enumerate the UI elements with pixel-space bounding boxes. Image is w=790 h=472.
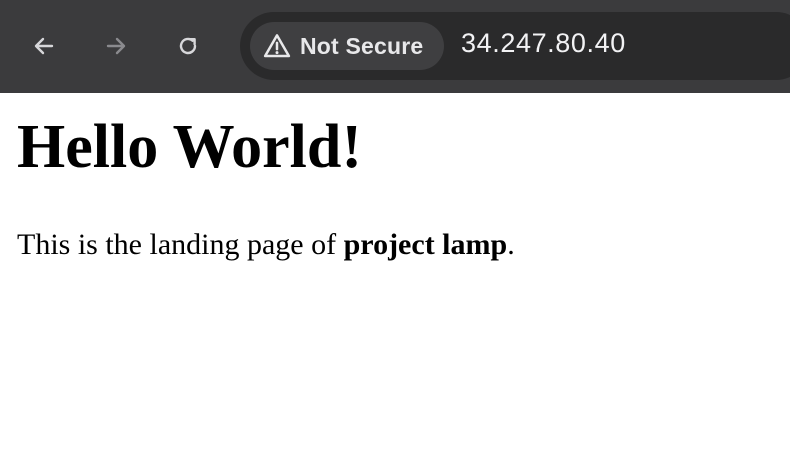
forward-button[interactable] — [98, 28, 134, 64]
browser-toolbar: Not Secure 34.247.80.40 — [0, 0, 790, 93]
paragraph-prefix: This is the landing page of — [17, 228, 344, 261]
url-text[interactable]: 34.247.80.40 — [461, 28, 626, 59]
page-heading: Hello World! — [17, 113, 363, 181]
reload-button[interactable] — [170, 28, 206, 64]
security-indicator[interactable]: Not Secure — [250, 22, 444, 70]
security-label: Not Secure — [300, 32, 424, 59]
arrow-right-icon — [106, 37, 126, 55]
paragraph-suffix: . — [507, 228, 515, 261]
landing-paragraph: This is the landing page of project lamp… — [17, 224, 515, 266]
address-bar[interactable]: Not Secure 34.247.80.40 — [240, 12, 790, 80]
arrow-left-icon — [34, 37, 54, 55]
project-name: project lamp — [343, 228, 508, 261]
warning-triangle-icon — [263, 34, 291, 58]
reload-icon — [179, 37, 197, 55]
page-content: Hello World! This is the landing page of… — [0, 93, 790, 472]
back-button[interactable] — [26, 28, 62, 64]
